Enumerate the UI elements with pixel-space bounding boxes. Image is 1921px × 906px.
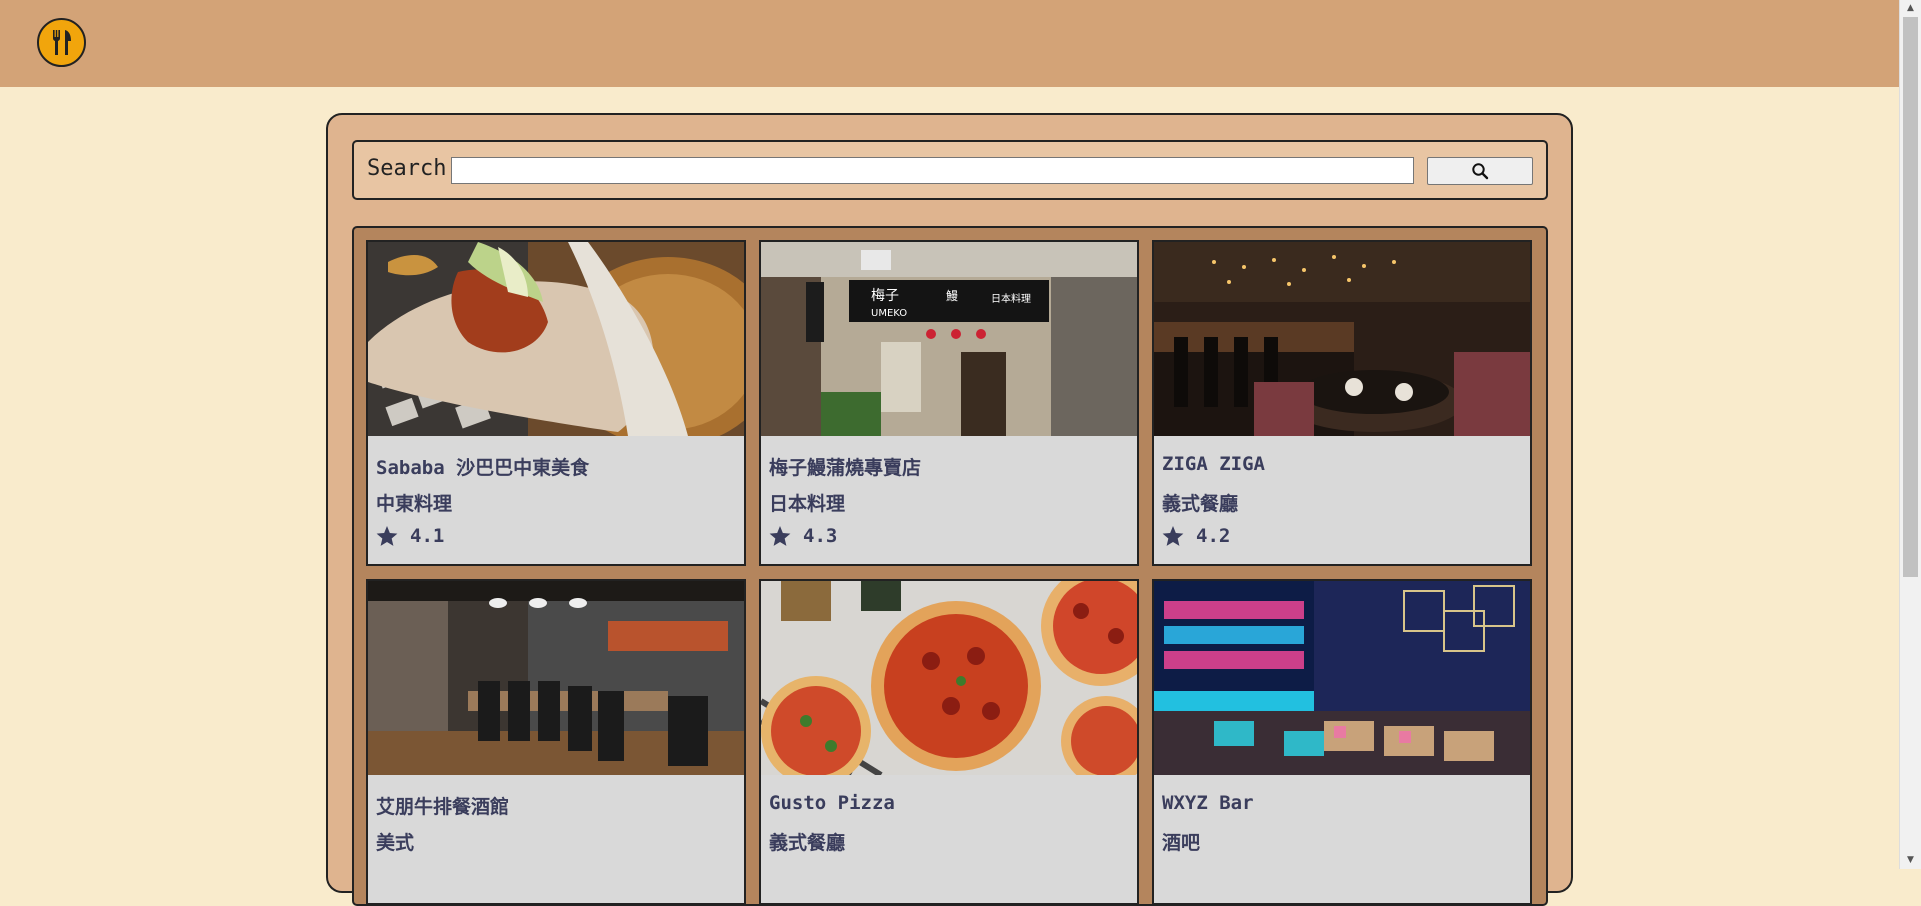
restaurant-cuisine: 美式 bbox=[376, 832, 415, 854]
rating-value: 4.1 bbox=[410, 525, 445, 547]
search-button[interactable] bbox=[1427, 157, 1533, 185]
search-label: Search bbox=[367, 156, 447, 181]
restaurant-name: 梅子鰻蒲燒專賣店 bbox=[769, 457, 922, 479]
scroll-up-icon[interactable]: ▲ bbox=[1900, 0, 1921, 17]
restaurant-card[interactable]: 艾朋牛排餐酒館 美式 bbox=[366, 579, 746, 905]
restaurant-cuisine: 日本料理 bbox=[769, 493, 846, 515]
svg-text:日本料理: 日本料理 bbox=[991, 292, 1031, 305]
fork-knife-icon[interactable] bbox=[37, 18, 86, 67]
star-icon bbox=[376, 525, 398, 546]
pizzas-photo bbox=[761, 581, 1137, 775]
restaurant-card[interactable]: 梅子 UMEKO 鰻 日本料理 梅子鰻蒲燒專賣店 日本料理 4.3 bbox=[759, 240, 1139, 566]
restaurant-card[interactable]: Gusto Pizza 義式餐廳 bbox=[759, 579, 1139, 905]
rating-value: 4.2 bbox=[1196, 525, 1231, 547]
search-input[interactable] bbox=[451, 157, 1414, 184]
bar-lounge-photo bbox=[1154, 242, 1530, 436]
pita-wrap-photo bbox=[368, 242, 744, 436]
search-bar: Search bbox=[352, 140, 1548, 200]
umeko-storefront-photo: 梅子 UMEKO 鰻 日本料理 bbox=[761, 242, 1137, 436]
restaurant-name: ZIGA ZIGA bbox=[1162, 453, 1265, 475]
restaurant-cuisine: 義式餐廳 bbox=[769, 832, 846, 854]
star-icon bbox=[769, 525, 791, 546]
restaurant-card[interactable]: ZIGA ZIGA 義式餐廳 4.2 bbox=[1152, 240, 1532, 566]
scroll-thumb[interactable] bbox=[1903, 17, 1918, 577]
restaurant-rating: 4.2 bbox=[1162, 525, 1230, 547]
svg-text:梅子: 梅子 bbox=[871, 288, 899, 304]
neon-bar-photo bbox=[1154, 581, 1530, 775]
svg-text:鰻: 鰻 bbox=[946, 289, 958, 303]
restaurant-name: Gusto Pizza bbox=[769, 792, 895, 814]
restaurant-cuisine: 酒吧 bbox=[1162, 832, 1201, 854]
page-scrollbar[interactable]: ▲ ▼ bbox=[1899, 0, 1921, 869]
restaurant-name: 艾朋牛排餐酒館 bbox=[376, 796, 510, 818]
restaurant-card[interactable]: WXYZ Bar 酒吧 bbox=[1152, 579, 1532, 905]
restaurant-name: WXYZ Bar bbox=[1162, 792, 1254, 814]
restaurant-rating: 4.3 bbox=[769, 525, 837, 547]
restaurant-cuisine: 中東料理 bbox=[376, 493, 453, 515]
top-bar bbox=[0, 0, 1899, 87]
restaurant-card[interactable]: Sababa 沙巴巴中東美食 中東料理 4.1 bbox=[366, 240, 746, 566]
star-icon bbox=[1162, 525, 1184, 546]
rating-value: 4.3 bbox=[803, 525, 838, 547]
restaurant-name: Sababa 沙巴巴中東美食 bbox=[376, 457, 590, 479]
restaurant-cuisine: 義式餐廳 bbox=[1162, 493, 1239, 515]
scroll-down-icon[interactable]: ▼ bbox=[1900, 852, 1921, 869]
private-dining-room-photo bbox=[368, 581, 744, 775]
restaurant-rating: 4.1 bbox=[376, 525, 444, 547]
svg-text:UMEKO: UMEKO bbox=[871, 308, 907, 319]
search-icon bbox=[1472, 163, 1489, 180]
